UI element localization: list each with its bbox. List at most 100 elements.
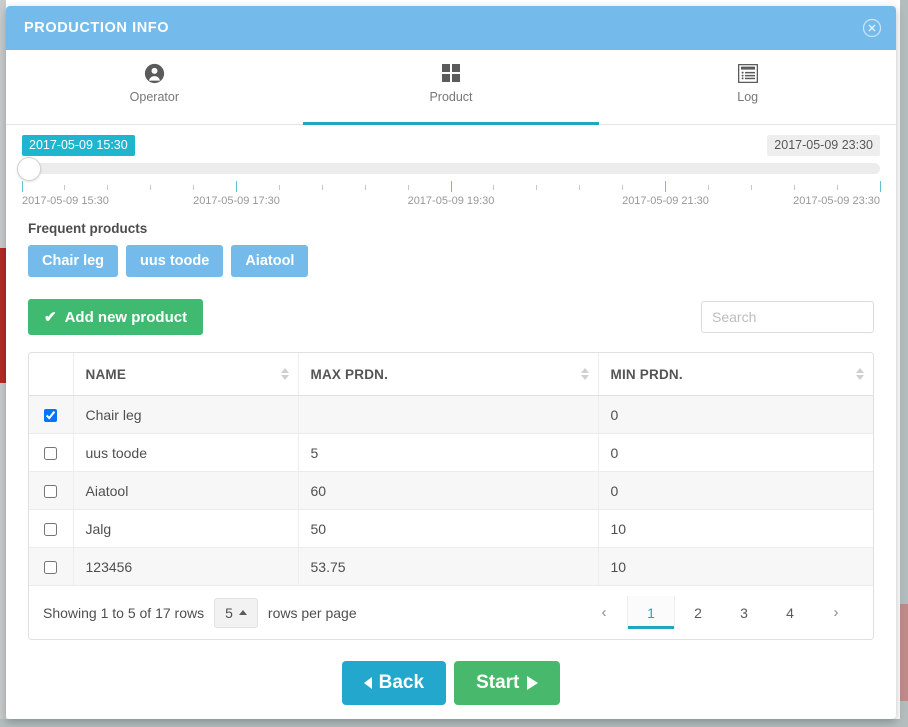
- page-scrollbar-thumb[interactable]: [900, 604, 908, 701]
- pagination-page-4[interactable]: 4: [767, 596, 813, 629]
- search-input[interactable]: [701, 301, 874, 333]
- grid-squares-icon: [441, 60, 461, 86]
- row-select-cell[interactable]: [29, 395, 74, 434]
- tab-product[interactable]: Product: [302, 50, 600, 125]
- page-title: PRODUCTION INFO: [24, 20, 170, 36]
- tab-log[interactable]: Log: [599, 50, 896, 124]
- column-header-max-prdn[interactable]: MAX PRDN.: [298, 353, 599, 396]
- timeline-minor-tick: [407, 185, 409, 190]
- play-triangle-icon: [527, 676, 539, 690]
- products-table-card: NAME MAX PRDN. MIN PRDN. Chair leg 0 uus…: [28, 352, 874, 640]
- rows-per-page-select[interactable]: 5: [214, 597, 258, 628]
- cell-min-prdn: 0: [598, 395, 873, 434]
- modal-header: PRODUCTION INFO: [6, 6, 896, 50]
- frequent-products-list: Chair leg uus toode Aiatool: [28, 245, 896, 277]
- timeline-minor-tick: [64, 185, 66, 190]
- row-select-cell[interactable]: [29, 509, 74, 548]
- caret-up-icon: [238, 610, 247, 615]
- rows-per-page-label: rows per page: [267, 604, 357, 621]
- timeline-major-tick: [879, 181, 881, 192]
- timeline-minor-tick: [493, 185, 495, 190]
- add-new-product-button[interactable]: ✔ Add new product: [28, 299, 204, 335]
- screen-root: PRODUCTION INFO Operator Product Log 201…: [0, 0, 908, 727]
- cell-max-prdn: 53.75: [298, 547, 599, 586]
- timeline-minor-tick: [364, 185, 366, 190]
- table-row[interactable]: Chair leg 0: [29, 395, 873, 434]
- timeline-ticks: [21, 181, 881, 193]
- start-button-label: Start: [476, 672, 520, 693]
- cell-max-prdn: [298, 395, 599, 434]
- timeline-track[interactable]: [22, 163, 880, 174]
- table-footer: Showing 1 to 5 of 17 rows 5 rows per pag…: [29, 586, 873, 639]
- table-row[interactable]: 123456 53.75 10: [29, 547, 873, 586]
- table-row[interactable]: Aiatool 60 0: [29, 471, 873, 510]
- cell-name: Aiatool: [73, 471, 299, 510]
- frequent-product-button-3[interactable]: Aiatool: [231, 245, 309, 277]
- pagination-next[interactable]: ›: [813, 596, 859, 629]
- pagination-page-2[interactable]: 2: [675, 596, 721, 629]
- cell-min-prdn: 10: [598, 547, 873, 586]
- tab-operator[interactable]: Operator: [6, 50, 303, 124]
- row-checkbox[interactable]: [44, 523, 58, 537]
- row-select-cell[interactable]: [29, 433, 74, 472]
- sort-icon: [856, 368, 864, 380]
- sort-icon: [280, 368, 289, 380]
- tab-operator-label: Operator: [129, 90, 179, 104]
- tab-bar: Operator Product Log: [6, 50, 896, 125]
- pagination-page-3[interactable]: 3: [721, 596, 767, 629]
- timeline-minor-tick: [836, 185, 838, 190]
- tab-log-label: Log: [737, 90, 759, 104]
- products-table: NAME MAX PRDN. MIN PRDN. Chair leg 0 uus…: [29, 353, 873, 586]
- column-header-min-prdn-label: MIN PRDN.: [610, 366, 683, 382]
- timeline-major-tick: [21, 181, 23, 192]
- cell-name: uus toode: [73, 433, 299, 472]
- modal-body: 2017-05-09 15:30 2017-05-09 23:30 2017-0…: [6, 135, 896, 705]
- timeline-major-tick: [236, 181, 237, 192]
- production-info-modal: PRODUCTION INFO Operator Product Log 201…: [6, 6, 896, 719]
- cell-name: Jalg: [73, 509, 299, 548]
- pagination-prev[interactable]: ‹: [581, 596, 627, 629]
- list-window-icon: [737, 60, 758, 86]
- showing-rows-text: Showing 1 to 5 of 17 rows: [43, 604, 205, 621]
- timeline-tick-label: 2017-05-09 21:30: [622, 195, 709, 207]
- cell-max-prdn: 50: [298, 509, 599, 548]
- back-button[interactable]: Back: [341, 661, 447, 705]
- timeline-handle[interactable]: [17, 157, 41, 181]
- tab-product-label: Product: [429, 90, 473, 104]
- row-checkbox[interactable]: [44, 409, 58, 423]
- row-checkbox[interactable]: [44, 447, 58, 461]
- frequent-product-button-1[interactable]: Chair leg: [28, 245, 119, 277]
- timeline-minor-tick: [321, 185, 323, 190]
- column-header-max-prdn-label: MAX PRDN.: [310, 366, 389, 382]
- start-button[interactable]: Start: [454, 661, 561, 705]
- pagination-page-1[interactable]: 1: [627, 596, 675, 629]
- timeline-minor-tick: [579, 185, 581, 190]
- row-select-cell[interactable]: [29, 471, 74, 510]
- cell-min-prdn: 10: [598, 509, 873, 548]
- cell-name: Chair leg: [73, 395, 299, 434]
- row-checkbox[interactable]: [44, 561, 58, 575]
- timeline-minor-tick: [536, 185, 538, 190]
- frequent-product-button-2[interactable]: uus toode: [126, 245, 224, 277]
- action-bar: ✔ Add new product: [28, 299, 874, 335]
- column-header-min-prdn[interactable]: MIN PRDN.: [598, 353, 873, 396]
- cell-min-prdn: 0: [598, 471, 873, 510]
- timeline-tick-label: 2017-05-09 23:30: [793, 195, 880, 207]
- timeline-tick-label: 2017-05-09 17:30: [193, 195, 280, 207]
- frequent-products-title: Frequent products: [28, 221, 148, 236]
- table-row[interactable]: uus toode 5 0: [29, 433, 873, 472]
- table-row[interactable]: Jalg 50 10: [29, 509, 873, 548]
- timeline-end-badge: 2017-05-09 23:30: [767, 135, 880, 156]
- time-range-slider[interactable]: 2017-05-09 15:30 2017-05-09 23:30 2017-0…: [17, 135, 881, 217]
- pagination: ‹ 1 2 3 4 ›: [581, 596, 859, 629]
- timeline-tick-label: 2017-05-09 19:30: [407, 195, 495, 207]
- cell-min-prdn: 0: [598, 433, 873, 472]
- row-checkbox[interactable]: [44, 485, 58, 499]
- column-header-name[interactable]: NAME: [73, 353, 299, 396]
- timeline-labels: 2017-05-09 15:30 2017-05-09 17:30 2017-05-…: [22, 195, 880, 211]
- timeline-minor-tick: [622, 185, 624, 190]
- close-icon[interactable]: [862, 18, 882, 38]
- timeline-major-tick: [450, 181, 452, 192]
- rows-per-page-value: 5: [225, 604, 233, 621]
- row-select-cell[interactable]: [29, 547, 74, 586]
